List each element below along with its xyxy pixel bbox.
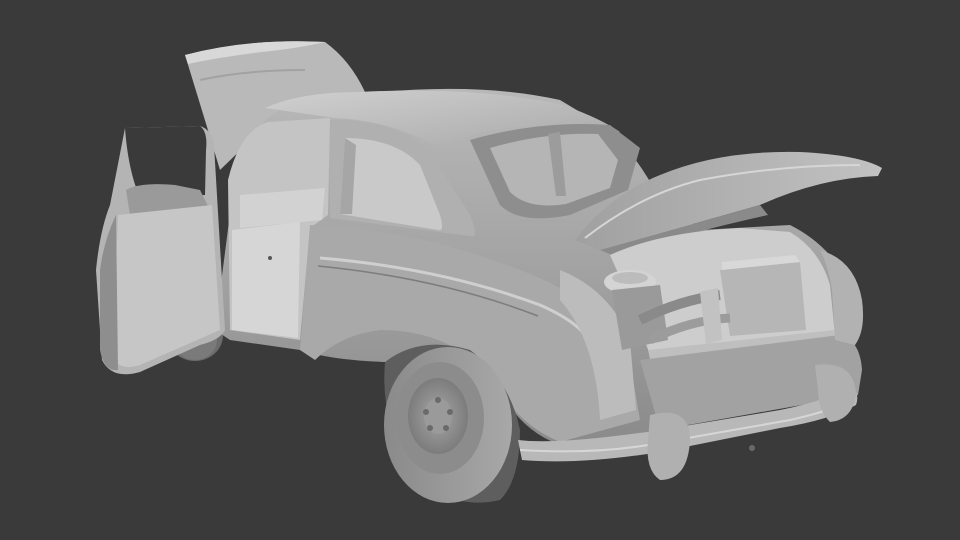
car-render <box>0 0 960 540</box>
render-viewport <box>0 0 960 540</box>
